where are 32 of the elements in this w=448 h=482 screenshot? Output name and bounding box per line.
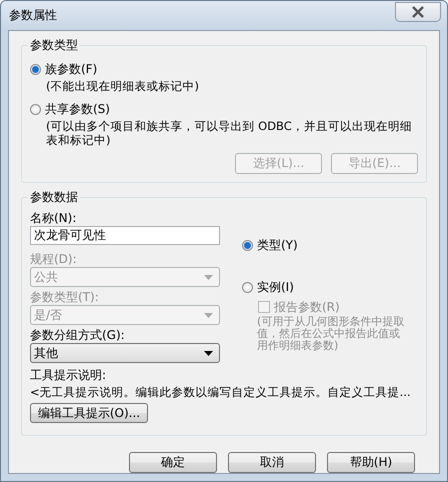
dropdown[interactable]: 其他 (30, 343, 220, 363)
option-note: (可用于从几何图形条件中提取值，然后在公式中报告此值或用作明细表参数) (256, 316, 406, 352)
option-note: (可以由多个项目和族共享，可以导出到 ODBC，并且可以出现在明细表和标记中) (45, 119, 413, 147)
dialog-button[interactable]: 确定 (129, 452, 217, 473)
caret-icon (204, 274, 213, 280)
radio-label: 共享参数(S) (45, 100, 110, 118)
dialog-button[interactable]: 帮助(H) (327, 452, 415, 473)
caret-icon (204, 350, 213, 356)
field-label: 名称(N): (30, 210, 78, 226)
field-label: 规程(D): (30, 251, 78, 267)
close-icon[interactable] (411, 6, 425, 18)
close-button[interactable] (395, 2, 441, 22)
caret-icon (204, 312, 213, 318)
edit-tooltip-button[interactable]: 编辑工具提示(O)... (30, 403, 148, 423)
group-title: 参数数据 (29, 189, 79, 206)
radio-button[interactable] (242, 240, 253, 250)
radio-button[interactable] (30, 64, 41, 74)
checkbox-label: 报告参数(R) (274, 298, 340, 316)
group-title: 参数类型 (29, 37, 79, 54)
field-label: 参数类型(T): (30, 289, 100, 305)
field-label: 参数分组方式(G): (30, 327, 126, 343)
dialog-button[interactable]: 取消 (228, 452, 316, 473)
radio-label: 类型(Y) (257, 236, 298, 254)
window-title: 参数属性 (9, 7, 57, 24)
radio-label: 实例(I) (257, 278, 294, 296)
tooltip-text: <无工具提示说明。编辑此参数以编写自定义工具提示。自定义工具提... (30, 384, 412, 401)
radio-label: 族参数(F) (45, 60, 98, 78)
radio-button[interactable] (30, 104, 41, 114)
field-label: 工具提示说明: (30, 367, 108, 383)
option-note: (不能出现在明细表或标记中) (45, 79, 200, 93)
name-field[interactable]: 次龙骨可见性 (30, 226, 220, 245)
radio-button[interactable] (242, 282, 253, 292)
